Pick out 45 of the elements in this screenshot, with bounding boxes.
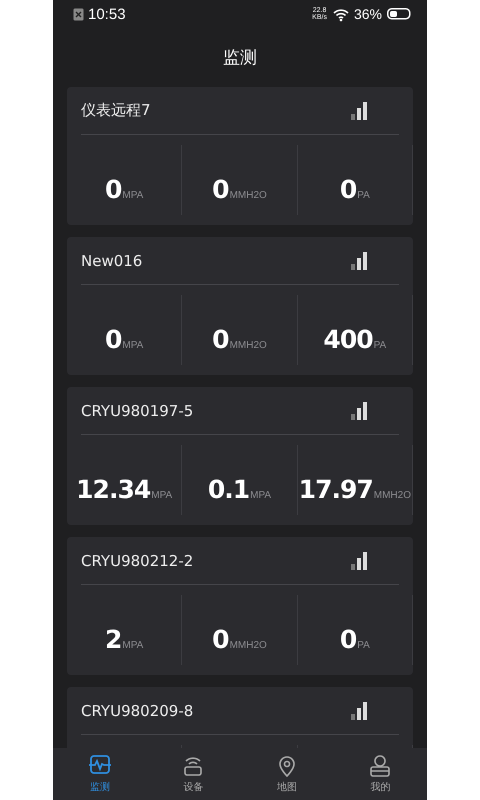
sim-card-icon [73,8,84,20]
reading-unit: MPA [122,339,144,353]
reading-value: 0.1 [208,477,250,503]
battery-icon [387,8,411,20]
device-name: 仪表远程7 [81,101,152,120]
reading-value: 0 [212,177,229,203]
reading-unit: MMH2O [374,489,411,503]
clock: 10:53 [88,6,126,22]
page-title: 监测 [222,47,258,70]
tab[interactable]: 监测 [53,748,146,800]
signal-icon [351,102,367,120]
reading-unit: MPA [122,189,144,203]
device-name: New016 [81,252,144,270]
reading-unit: MMH2O [230,639,267,653]
wifi-icon [332,6,349,22]
tab[interactable]: 地图 [240,748,334,800]
reading-value: 12.34 [76,477,150,503]
reading-unit: MPA [151,489,172,503]
reading-unit: PA [357,639,370,653]
device-name: CRYU980197-5 [81,402,194,420]
signal-icon [351,252,367,270]
person-icon [368,754,392,778]
reading-value: 0 [212,327,229,353]
reading-unit: MPA [122,639,144,653]
device-name: CRYU980209-8 [81,702,194,720]
reading-unit: PA [374,339,386,353]
reading-unit: MMH2O [230,339,267,353]
reading-unit: MPA [250,489,272,503]
device-name: CRYU980212-2 [81,552,194,570]
reading-value: 0 [340,177,356,203]
tab[interactable]: 我的 [334,748,427,800]
reading-value: 0 [212,627,229,653]
signal-icon [351,402,367,420]
reading-value: 0 [104,327,122,353]
reading-value: 400 [323,327,373,353]
reading-unit: PA [357,189,370,203]
tab[interactable]: 设备 [146,748,240,800]
reading-value: 0 [104,177,122,203]
battery-percent: 36% [354,6,382,22]
signal-icon [351,552,367,570]
reading-value: 17.97 [298,477,373,503]
reading-value: 0 [340,627,356,653]
reading-unit: MMH2O [230,189,267,203]
signal-icon [351,702,367,720]
reading-value: 2 [104,627,122,653]
